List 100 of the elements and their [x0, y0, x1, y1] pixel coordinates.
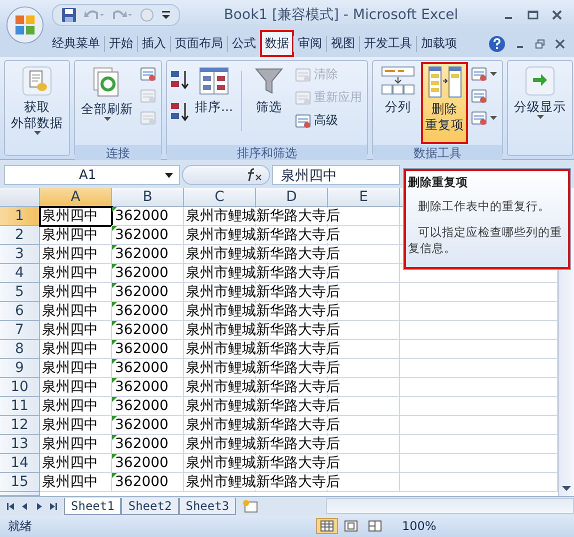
- ribbon-button[interactable]: 筛选: [247, 63, 291, 143]
- formula-field[interactable]: 泉州四中: [272, 165, 400, 185]
- column-header[interactable]: A: [40, 188, 112, 207]
- row-header[interactable]: 3: [0, 245, 40, 264]
- table-cell: 泉州市鲤城新华路大寺后: [186, 436, 340, 452]
- previous-sheet-icon[interactable]: [20, 502, 30, 510]
- row-header[interactable]: 1: [0, 207, 40, 226]
- tool-icon: [471, 110, 487, 126]
- last-sheet-icon[interactable]: [48, 502, 58, 510]
- sort-descending-icon[interactable]: [170, 101, 190, 123]
- ribbon-tab[interactable]: 开始: [105, 31, 137, 56]
- ribbon-tab[interactable]: 公式: [228, 31, 260, 56]
- document-icon: [22, 66, 52, 96]
- table-cell: [328, 245, 400, 264]
- column-header[interactable]: D: [256, 188, 328, 207]
- tool-icon: [295, 112, 311, 128]
- table-cell: [328, 207, 400, 226]
- row-header[interactable]: 14: [0, 454, 40, 473]
- row-header[interactable]: 8: [0, 340, 40, 359]
- table-cell: 362000: [112, 340, 184, 359]
- ribbon-tab[interactable]: 开发工具: [360, 31, 416, 56]
- ribbon-tab[interactable]: 视图: [327, 31, 359, 56]
- row-header[interactable]: 13: [0, 435, 40, 454]
- insert-function-button[interactable]: [182, 165, 270, 185]
- close-icon[interactable]: [554, 38, 566, 50]
- column-header[interactable]: C: [184, 188, 256, 207]
- ribbon-button[interactable]: 全部刷新: [78, 63, 136, 143]
- next-sheet-icon[interactable]: [34, 502, 44, 510]
- table-cell: 泉州市鲤城新华路大寺后: [186, 303, 340, 319]
- table-cell: 362000: [112, 302, 184, 321]
- row-header[interactable]: 2: [0, 226, 40, 245]
- tool-icon: [471, 66, 487, 82]
- customize-caret-icon[interactable]: [161, 9, 171, 21]
- table-cell: [328, 226, 400, 245]
- maximize-icon[interactable]: [526, 8, 540, 22]
- table-cell: 泉州四中: [40, 283, 112, 302]
- sort-ascending-icon[interactable]: [170, 69, 190, 91]
- tooltip-text: 可以指定应检查哪些列的重复信息。: [408, 224, 563, 256]
- close-icon[interactable]: [550, 8, 564, 22]
- sheet-tab[interactable]: Sheet1: [64, 498, 122, 514]
- table-cell: [328, 397, 400, 416]
- ribbon-tab[interactable]: 加载项: [417, 31, 461, 56]
- tool-icon: [471, 88, 487, 104]
- column-header[interactable]: B: [112, 188, 184, 207]
- view-icon: [368, 520, 382, 532]
- ribbon-tab[interactable]: 数据: [261, 31, 293, 56]
- scroll-down-icon[interactable]: [562, 486, 571, 491]
- dropdown-caret-icon: [104, 117, 110, 121]
- row-header[interactable]: 11: [0, 397, 40, 416]
- ribbon-tab[interactable]: 审阅: [294, 31, 326, 56]
- table-cell: 泉州四中: [40, 245, 112, 264]
- row-header[interactable]: 4: [0, 264, 40, 283]
- tool-button[interactable]: 高级: [293, 111, 364, 130]
- row-header[interactable]: 15: [0, 473, 40, 492]
- table-cell: 362000: [112, 473, 184, 492]
- dropdown-caret-icon: [490, 116, 497, 120]
- sheet-tab[interactable]: Sheet3: [178, 498, 236, 514]
- zoom-level[interactable]: 100%: [402, 519, 436, 533]
- row-header[interactable]: 6: [0, 302, 40, 321]
- table-cell: 362000: [112, 378, 184, 397]
- sheet-tab[interactable]: Sheet2: [121, 498, 179, 514]
- table-cell: [328, 264, 400, 283]
- table-cell: [328, 340, 400, 359]
- name-box[interactable]: A1: [4, 165, 180, 185]
- row-header[interactable]: 12: [0, 416, 40, 435]
- table-cell: 泉州四中: [40, 435, 112, 454]
- table-cell: 泉州市鲤城新华路大寺后: [186, 322, 340, 338]
- ribbon-button[interactable]: 排序...: [192, 63, 236, 143]
- ribbon-button[interactable]: 删除 重复项: [422, 63, 467, 143]
- row-header[interactable]: 5: [0, 283, 40, 302]
- horizontal-scrollbar[interactable]: [326, 498, 574, 514]
- tool-button[interactable]: [469, 65, 499, 83]
- first-sheet-icon[interactable]: [6, 502, 16, 510]
- ribbon-button[interactable]: 获取 外部数据: [8, 63, 66, 143]
- view-icon: [344, 520, 358, 532]
- row-header[interactable]: 7: [0, 321, 40, 340]
- column-header[interactable]: E: [328, 188, 400, 207]
- insert-sheet-icon[interactable]: [242, 499, 260, 513]
- ribbon-button[interactable]: 分列: [376, 63, 420, 143]
- dropdown-caret-icon: [34, 131, 40, 135]
- table-cell: 泉州市鲤城新华路大寺后: [186, 208, 340, 224]
- dropdown-caret-icon: [165, 172, 173, 178]
- ribbon-tab[interactable]: 页面布局: [171, 31, 227, 56]
- tool-button[interactable]: [138, 65, 158, 83]
- row-header[interactable]: 10: [0, 378, 40, 397]
- help-icon[interactable]: [488, 34, 506, 52]
- view-button[interactable]: [316, 518, 338, 534]
- ribbon-tab[interactable]: 插入: [138, 31, 170, 56]
- restore-icon[interactable]: [534, 38, 546, 50]
- ribbon-button[interactable]: 分级显示: [511, 63, 569, 143]
- table-cell: 泉州市鲤城新华路大寺后: [186, 341, 340, 357]
- row-header[interactable]: 9: [0, 359, 40, 378]
- table-cell: [328, 454, 400, 473]
- table-cell: [328, 435, 400, 454]
- save-icon[interactable]: [61, 7, 77, 23]
- office-button[interactable]: [6, 6, 44, 44]
- table-cell: 362000: [112, 397, 184, 416]
- ribbon-tab[interactable]: 经典菜单: [48, 31, 104, 56]
- table-cell: 362000: [112, 321, 184, 340]
- tool-button[interactable]: [469, 109, 499, 127]
